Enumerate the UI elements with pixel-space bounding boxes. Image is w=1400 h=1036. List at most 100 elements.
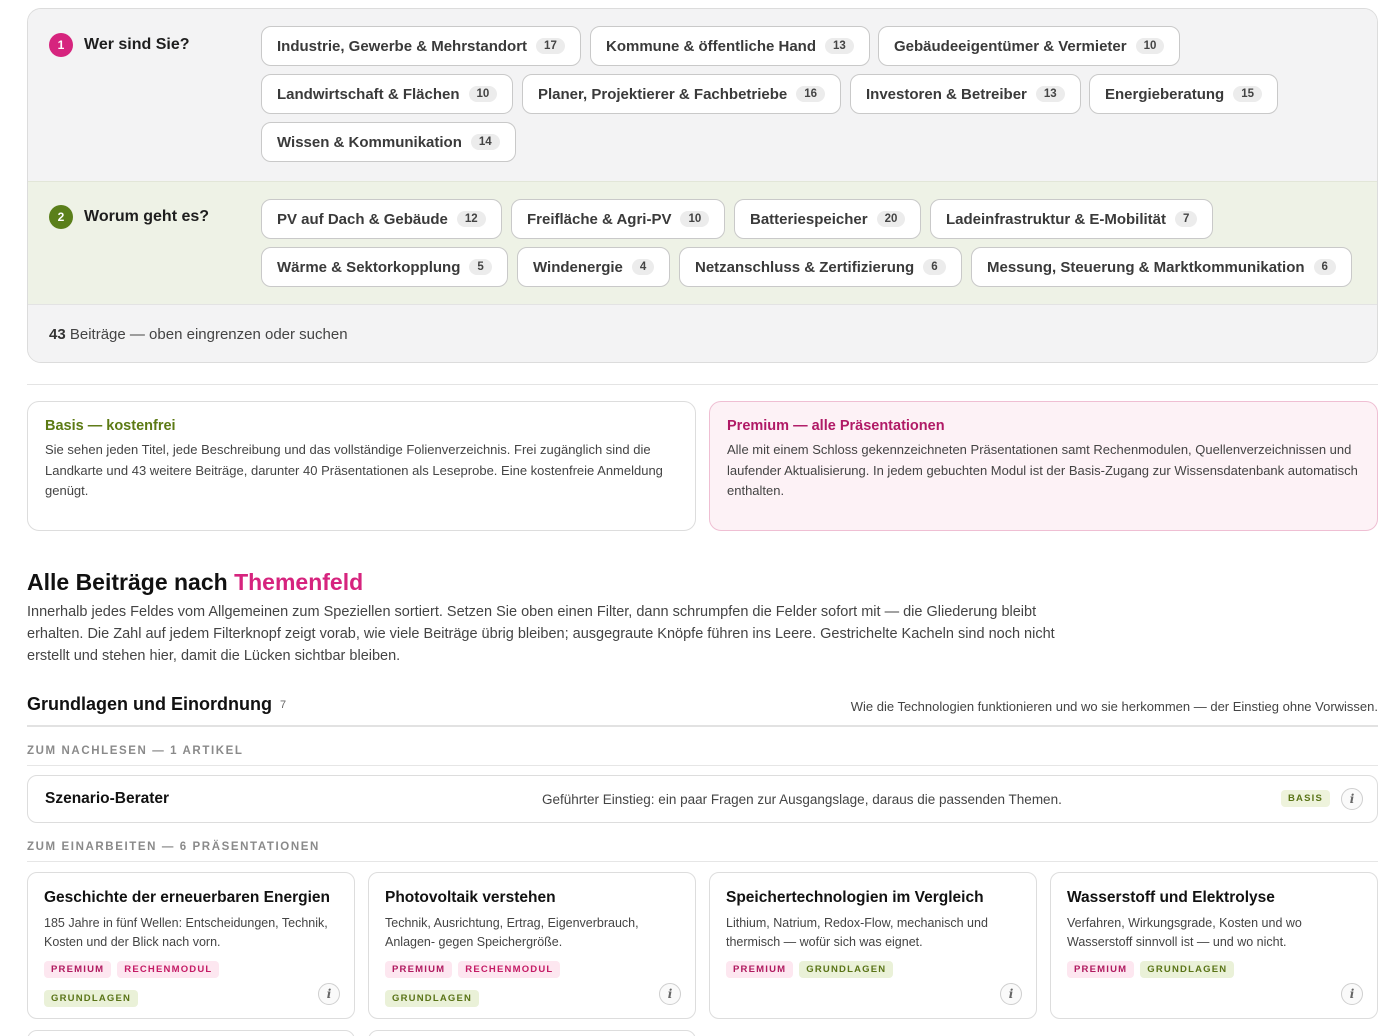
chip-label: Wärme & Sektorkopplung [277,258,461,276]
chip-label: PV auf Dach & Gebäude [277,210,448,228]
tag-rechenmodul: RECHENMODUL [117,961,220,978]
chip-count: 17 [536,38,565,54]
info-icon[interactable]: i [659,983,681,1005]
chip-label: Windenergie [533,258,623,276]
tag-grundlagen: GRUNDLAGEN [44,990,139,1007]
chip-label: Batteriespeicher [750,210,868,228]
tier-premium-title: Premium — alle Präsentationen [727,418,945,434]
result-count-suffix: Beiträge — oben eingrenzen oder suchen [65,326,348,343]
article-description: Geführter Einstieg: ein paar Fragen zur … [542,792,1062,807]
chip-count: 13 [1035,86,1065,102]
section-title-text: Grundlagen und Einordnung [27,694,272,714]
filter-chip-planer[interactable]: Planer, Projektierer & Fachbetriebe 16 [522,74,842,114]
filter-chip-landwirtschaft[interactable]: Landwirtschaft & Flächen 10 [261,74,514,114]
tier-basis-title: Basis — kostenfrei [45,418,176,434]
section-rule [27,725,1378,727]
chip-label: Gebäudeeigentümer & Vermieter [894,37,1127,55]
card-title: Speichertechnologien im Vergleich [726,889,984,906]
card-next-partial[interactable] [368,1030,696,1036]
group-label-einarbeiten: ZUM EINARBEITEN — 6 PRÄSENTATIONEN [27,841,320,853]
chip-label: Messung, Steuerung & Marktkommunikation [987,258,1305,276]
heading-accent: Themenfeld [234,569,364,595]
info-icon[interactable]: i [1000,983,1022,1005]
card-title: Geschichte der erneuerbaren Energien [44,889,330,906]
card-next-partial[interactable] [27,1030,355,1036]
card-description: Lithium, Natrium, Redox-Flow, mechanisch… [726,916,988,949]
card-description: 185 Jahre in fünf Wellen: Entscheidungen… [44,916,328,949]
chip-count: 6 [1313,259,1336,275]
intro-text: Innerhalb jedes Feldes vom Allgemeinen z… [27,604,1055,664]
tier-basis-text: Sie sehen jeden Titel, jede Beschreibung… [45,442,663,498]
chip-label: Planer, Projektierer & Fachbetriebe [538,85,788,103]
filter-chip-pv-dach[interactable]: PV auf Dach & Gebäude 12 [261,199,502,239]
chip-count: 14 [470,134,500,150]
chip-count: 10 [468,86,498,102]
step-label: Wer sind Sie? [84,36,190,53]
step-number-badge: 2 [49,205,73,229]
card-title: Photovoltaik verstehen [385,889,556,906]
chip-count: 6 [923,259,946,275]
topic-filter-row: 2 Worum geht es? PV auf Dach & Gebäude 1… [28,181,1377,304]
step-label: Worum geht es? [84,208,210,225]
result-count: 43 [49,326,66,343]
chip-count: 10 [680,211,710,227]
page-heading: Alle Beiträge nach Themenfeld [27,569,363,596]
card-tags: PREMIUM RECHENMODUL GRUNDLAGEN [385,961,645,1007]
filter-chip-freiflaeche[interactable]: Freifläche & Agri-PV 10 [511,199,726,239]
card-tags: PREMIUM GRUNDLAGEN [1067,961,1327,978]
filter-chip-waerme[interactable]: Wärme & Sektorkopplung 5 [261,247,508,287]
section-divider [27,384,1378,385]
article-row-szenario-berater[interactable]: Szenario-Berater Geführter Einstieg: ein… [27,775,1378,823]
info-icon[interactable]: i [1341,788,1363,810]
tag-grundlagen: GRUNDLAGEN [1140,961,1235,978]
chip-count: 16 [796,86,826,102]
card-speichertechnologien[interactable]: Speichertechnologien im Vergleich Lithiu… [709,872,1037,1019]
filter-chip-industrie[interactable]: Industrie, Gewerbe & Mehrstandort 17 [261,26,581,66]
filter-chip-messung[interactable]: Messung, Steuerung & Marktkommunikation … [971,247,1352,287]
chip-count: 20 [876,211,906,227]
filter-chip-ladeinfrastruktur[interactable]: Ladeinfrastruktur & E-Mobilität 7 [930,199,1214,239]
chip-count: 12 [456,211,486,227]
filter-chip-gebaeudeeigentuemer[interactable]: Gebäudeeigentümer & Vermieter 10 [878,26,1181,66]
filter-chip-kommune[interactable]: Kommune & öffentliche Hand 13 [590,26,870,66]
chip-label: Wissen & Kommunikation [277,133,462,151]
tag-basis: BASIS [1281,790,1331,807]
tag-rechenmodul: RECHENMODUL [458,961,561,978]
chip-label: Kommune & öffentliche Hand [606,37,817,55]
chip-label: Netzanschluss & Zertifizierung [695,258,915,276]
filter-chip-batteriespeicher[interactable]: Batteriespeicher 20 [734,199,922,239]
info-icon[interactable]: i [318,983,340,1005]
chip-count: 4 [631,259,655,275]
filter-chip-netzanschluss[interactable]: Netzanschluss & Zertifizierung 6 [679,247,962,287]
chip-count: 15 [1233,86,1262,102]
card-description: Verfahren, Wirkungsgrade, Kosten und wo … [1067,916,1302,949]
group-label-nachlesen: ZUM NACHLESEN — 1 ARTIKEL [27,745,244,757]
card-tags: PREMIUM GRUNDLAGEN [726,961,986,978]
step-number-badge: 1 [49,33,73,57]
tier-premium-box: Premium — alle Präsentationen Alle mit e… [709,401,1378,531]
card-geschichte[interactable]: Geschichte der erneuerbaren Energien 185… [27,872,355,1019]
chip-label: Investoren & Betreiber [866,85,1027,103]
tag-premium: PREMIUM [1067,961,1135,978]
card-wasserstoff[interactable]: Wasserstoff und Elektrolyse Verfahren, W… [1050,872,1378,1019]
tag-grundlagen: GRUNDLAGEN [799,961,894,978]
filter-chip-windenergie[interactable]: Windenergie 4 [517,247,671,287]
card-photovoltaik[interactable]: Photovoltaik verstehen Technik, Ausricht… [368,872,696,1019]
filter-chip-investoren[interactable]: Investoren & Betreiber 13 [850,74,1081,114]
heading-prefix: Alle Beiträge nach [27,569,235,595]
tier-basis-box: Basis — kostenfrei Sie sehen jeden Titel… [27,401,696,531]
chip-count: 7 [1175,211,1198,227]
card-tags: PREMIUM RECHENMODUL GRUNDLAGEN [44,961,304,1007]
group-rule [27,765,1378,766]
article-title: Szenario-Berater [45,790,170,807]
info-icon[interactable]: i [1341,983,1363,1005]
filter-chip-wissen[interactable]: Wissen & Kommunikation 14 [261,122,516,162]
filter-chip-energieberatung[interactable]: Energieberatung 15 [1089,74,1278,114]
chip-label: Ladeinfrastruktur & E-Mobilität [946,210,1167,228]
chip-label: Energieberatung [1105,85,1225,103]
chip-count: 10 [1135,38,1165,54]
tag-premium: PREMIUM [44,961,112,978]
result-count-text: 43 Beiträge — oben eingrenzen oder suche… [49,326,348,343]
step-what: 2 Worum geht es? [49,205,209,229]
chip-label: Freifläche & Agri-PV [527,210,672,228]
